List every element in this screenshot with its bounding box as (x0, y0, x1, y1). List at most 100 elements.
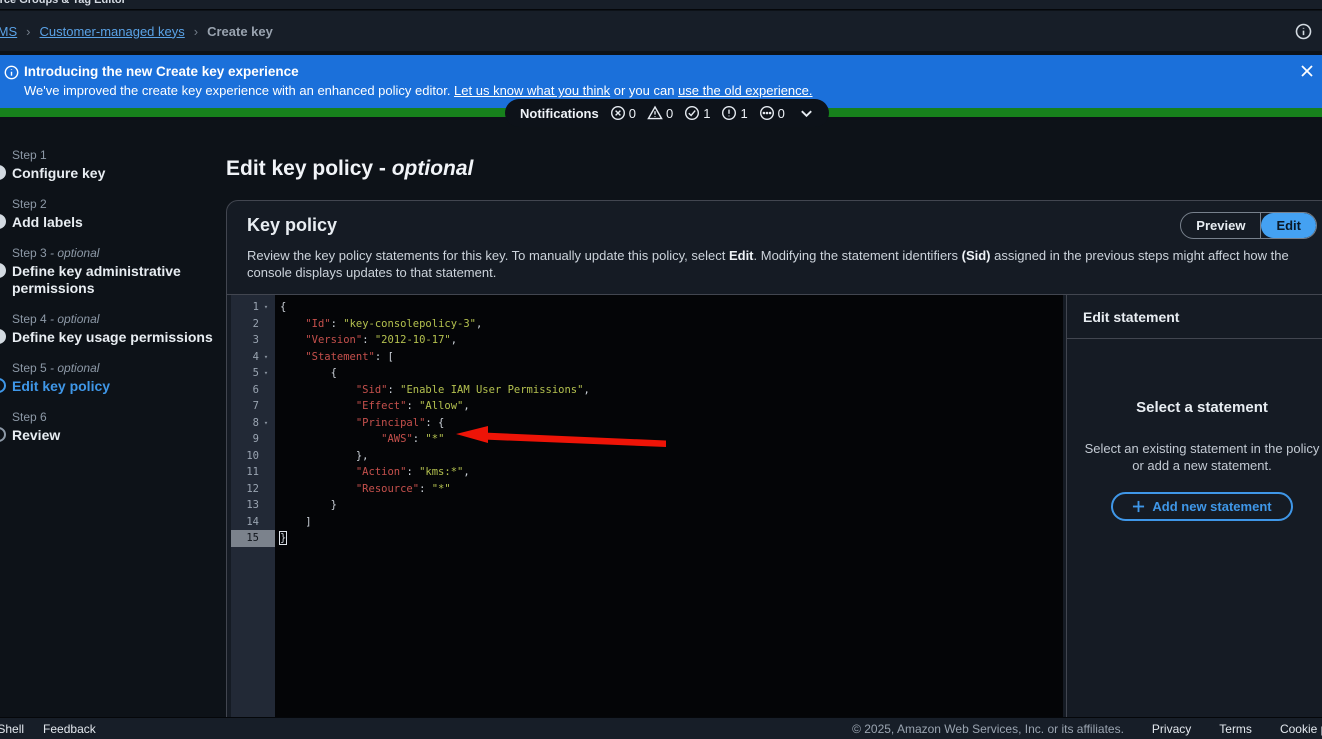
cloudshell-button[interactable]: CloudShell (0, 722, 24, 736)
code-line-14[interactable]: ] (280, 514, 1063, 531)
info-circle-icon[interactable] (1295, 23, 1312, 40)
wizard-steps-nav: Step 1Configure key Step 2Add labels Step … (12, 148, 216, 459)
fold-spacer (259, 514, 273, 531)
gutter-line-9: 9 (231, 431, 275, 448)
step-title: Add labels (12, 214, 216, 231)
footer-legal: © 2025, Amazon Web Services, Inc. or its… (852, 722, 1322, 736)
code-line-1[interactable]: { (280, 299, 1063, 316)
code-line-10[interactable]: }, (280, 448, 1063, 465)
gutter-line-11: 11 (231, 464, 275, 481)
progress-circle-counter[interactable]: 0 (759, 105, 785, 121)
feedback-button[interactable]: Feedback (43, 722, 96, 736)
code-line-9[interactable]: "AWS": "*" (280, 431, 1063, 448)
banner-title: Introducing the new Create key experienc… (24, 64, 299, 79)
code-line-11[interactable]: "Action": "kms:*", (280, 464, 1063, 481)
banner-message: We've improved the create key experience… (24, 83, 813, 98)
fold-caret-icon[interactable]: ▾ (259, 349, 273, 366)
code-line-5[interactable]: { (280, 365, 1063, 382)
progress-circle-icon (759, 105, 775, 121)
code-line-13[interactable]: } (280, 497, 1063, 514)
notifications-pill[interactable]: Notifications 00110 (505, 99, 829, 127)
fold-spacer (259, 382, 273, 399)
fold-spacer (259, 464, 273, 481)
breadcrumb-separator: › (194, 24, 198, 39)
sidebar-step-define-key-usage-permissions[interactable]: Step 4 - optional Define key usage permis… (12, 312, 216, 346)
edit-statement-panel: Edit statement Select a statement Select… (1066, 295, 1322, 739)
footer-link-privacy[interactable]: Privacy (1152, 722, 1191, 736)
fold-spacer (259, 316, 273, 333)
step-label: Step 3 - optional (12, 246, 216, 260)
step-label: Step 6 (12, 410, 216, 424)
code-line-3[interactable]: "Version": "2012-10-17", (280, 332, 1063, 349)
fold-spacer (259, 431, 273, 448)
code-line-8[interactable]: "Principal": { (280, 415, 1063, 432)
fold-caret-icon[interactable]: ▾ (259, 299, 273, 316)
edit-toggle-button[interactable]: Edit (1261, 213, 1316, 238)
page-title: Edit key policy - optional (226, 157, 473, 181)
notification-count: 0 (666, 106, 673, 121)
fold-caret-icon[interactable]: ▾ (259, 365, 273, 382)
step-label: Step 1 (12, 148, 216, 162)
gutter-line-3: 3 (231, 332, 275, 349)
key-policy-header: Key policy Preview Edit Review the key p… (227, 201, 1322, 295)
editor-code-area[interactable]: { "Id": "key-consolepolicy-3", "Version"… (275, 295, 1063, 739)
code-line-15[interactable]: } (280, 530, 1063, 547)
copyright-text: © 2025, Amazon Web Services, Inc. or its… (852, 722, 1124, 736)
breadcrumb-link-kms[interactable]: KMS (0, 24, 17, 39)
banner-message-text: or you can (610, 83, 678, 98)
code-line-6[interactable]: "Sid": "Enable IAM User Permissions", (280, 382, 1063, 399)
gutter-line-5: 5▾ (231, 365, 275, 382)
plus-icon (1132, 500, 1145, 513)
fold-spacer (259, 481, 273, 498)
policy-code-editor[interactable]: 1▾234▾5▾678▾9101112131415 { "Id": "key-c… (231, 295, 1063, 739)
info-circle-counter[interactable]: 1 (721, 105, 747, 121)
sidebar-step-add-labels[interactable]: Step 2Add labels (12, 197, 216, 231)
code-line-4[interactable]: "Statement": [ (280, 349, 1063, 366)
banner-old-experience-link[interactable]: use the old experience. (678, 83, 812, 98)
fold-caret-icon[interactable]: ▾ (259, 415, 273, 432)
code-line-7[interactable]: "Effect": "Allow", (280, 398, 1063, 415)
info-circle-icon (4, 65, 19, 80)
footer: CloudShell Feedback © 2025, Amazon Web S… (0, 717, 1322, 739)
banner-feedback-link[interactable]: Let us know what you think (454, 83, 610, 98)
add-new-statement-button[interactable]: Add new statement (1111, 492, 1292, 521)
page-title-optional: optional (392, 157, 474, 180)
gutter-line-13: 13 (231, 497, 275, 514)
step-label: Step 4 - optional (12, 312, 216, 326)
preview-toggle-button[interactable]: Preview (1181, 213, 1260, 238)
gutter-line-1: 1▾ (231, 299, 275, 316)
gutter-line-15: 15 (231, 530, 275, 547)
code-line-12[interactable]: "Resource": "*" (280, 481, 1063, 498)
fold-spacer (259, 530, 273, 547)
sidebar-step-define-key-administrative-permissions[interactable]: Step 3 - optionalDefine key administrati… (12, 246, 216, 297)
sidebar-step-review[interactable]: Step 6 Review (12, 410, 216, 444)
footer-link-terms[interactable]: Terms (1219, 722, 1252, 736)
breadcrumb-link-customer-managed-keys[interactable]: Customer-managed keys (40, 24, 185, 39)
gutter-line-10: 10 (231, 448, 275, 465)
description-text: . Modifying the statement identifiers (754, 248, 962, 263)
step-bullet-icon (0, 329, 6, 344)
code-line-2[interactable]: "Id": "key-consolepolicy-3", (280, 316, 1063, 333)
success-circle-counter[interactable]: 1 (684, 105, 710, 121)
page-title-text: Edit key policy - (226, 157, 392, 180)
gutter-line-12: 12 (231, 481, 275, 498)
gutter-line-2: 2 (231, 316, 275, 333)
footer-link-cookie-preferences[interactable]: Cookie preferences (1280, 722, 1322, 736)
step-bullet-icon (0, 263, 6, 278)
sidebar-step-configure-key[interactable]: Step 1Configure key (12, 148, 216, 182)
warning-triangle-counter[interactable]: 0 (647, 105, 673, 121)
gutter-line-14: 14 (231, 514, 275, 531)
key-policy-panel: Key policy Preview Edit Review the key p… (226, 200, 1322, 739)
step-title: Define key usage permissions (12, 329, 216, 346)
step-label: Step 5 - optional (12, 361, 216, 375)
sidebar-step-edit-key-policy[interactable]: Step 5 - optionalEdit key policy (12, 361, 216, 395)
info-circle-icon (721, 105, 737, 121)
error-circle-counter[interactable]: 0 (610, 105, 636, 121)
step-title: Review (12, 427, 216, 444)
close-icon[interactable] (1298, 62, 1316, 80)
fold-spacer (259, 398, 273, 415)
chevron-down-icon[interactable] (799, 106, 814, 121)
top-nav-partial-label: Resource Groups & Tag Editor (0, 0, 126, 6)
warning-triangle-icon (647, 105, 663, 121)
banner-message-text: We've improved the create key experience… (24, 83, 454, 98)
